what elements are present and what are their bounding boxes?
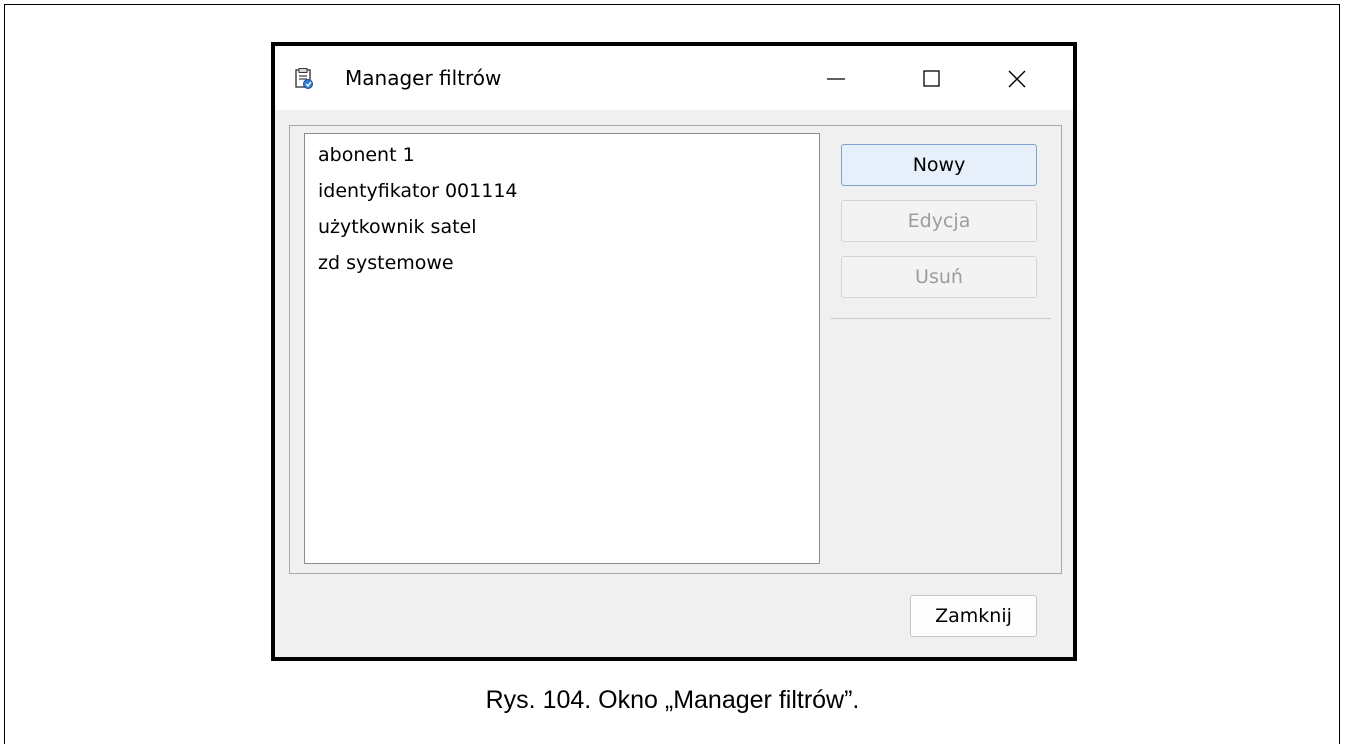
content-panel: abonent 1 identyfikator 001114 użytkowni… [289, 125, 1062, 574]
filter-manager-app-icon [293, 68, 315, 90]
list-item[interactable]: abonent 1 [318, 144, 415, 166]
edit-button[interactable]: Edycja [841, 200, 1037, 242]
minimize-icon [826, 69, 846, 89]
maximize-icon [922, 69, 942, 89]
new-button[interactable]: Nowy [841, 144, 1037, 186]
close-window-button[interactable] [994, 62, 1040, 96]
title-bar: Manager filtrów [275, 46, 1073, 110]
list-item[interactable]: zd systemowe [318, 252, 454, 274]
filter-list[interactable]: abonent 1 identyfikator 001114 użytkowni… [304, 133, 820, 564]
button-separator [831, 318, 1051, 319]
window-title: Manager filtrów [345, 66, 502, 90]
maximize-button[interactable] [909, 62, 955, 96]
close-button[interactable]: Zamknij [910, 595, 1037, 637]
manager-filtrow-window: Manager filtrów abonent 1 identyfikator … [271, 42, 1077, 661]
list-item[interactable]: użytkownik satel [318, 216, 477, 238]
list-item[interactable]: identyfikator 001114 [318, 180, 518, 202]
minimize-button[interactable] [813, 62, 859, 96]
figure-caption: Rys. 104. Okno „Manager filtrów”. [485, 686, 860, 714]
close-icon [1007, 69, 1027, 89]
delete-button[interactable]: Usuń [841, 256, 1037, 298]
